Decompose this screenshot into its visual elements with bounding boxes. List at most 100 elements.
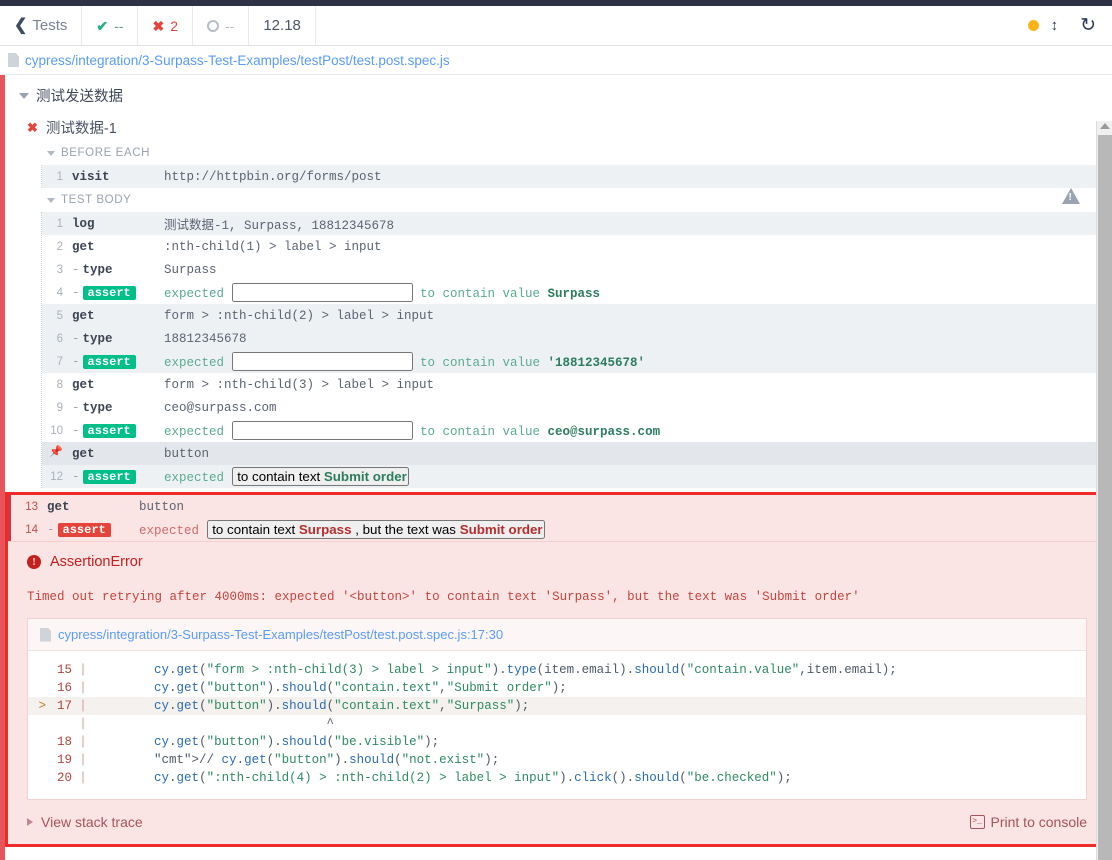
command-number: 2: [56, 240, 63, 253]
back-to-tests-button[interactable]: ❮ Tests: [0, 6, 83, 45]
scrollbar-thumb[interactable]: [1098, 135, 1112, 860]
code-frame-marker: >: [38, 699, 46, 713]
code-frame-gutter: |: [79, 717, 87, 731]
reporter-header: ❮ Tests ✔ -- ✖ 2 -- 12.18 ↕ ↻: [0, 6, 1112, 46]
command-name: - assert: [47, 522, 139, 537]
code-frame-header: cypress/integration/3-Surpass-Test-Examp…: [28, 619, 1086, 651]
caret-right-icon: [27, 818, 33, 826]
hook-before-each[interactable]: BEFORE EACH: [5, 141, 1112, 165]
view-stack-trace-button[interactable]: View stack trace: [27, 814, 143, 830]
stat-failed: ✖ 2: [138, 6, 194, 45]
suite-header[interactable]: 测试发送数据: [5, 75, 1112, 114]
command-row[interactable]: 3 - type Surpass: [42, 258, 1112, 281]
command-row[interactable]: 8 get form > :nth-child(3) > label > input: [42, 373, 1112, 396]
command-message: expected to contain value Surpass: [164, 283, 600, 302]
command-number: 3: [56, 263, 63, 276]
command-name: log: [72, 216, 95, 231]
command-name: - type: [72, 400, 113, 415]
command-row[interactable]: 6 - type 18812345678: [42, 327, 1112, 350]
command-name: - assert: [72, 469, 164, 484]
command-row[interactable]: 1 visit http://httpbin.org/forms/post: [42, 165, 1112, 188]
command-name: visit: [72, 169, 110, 184]
code-frame-gutter: |: [79, 753, 87, 767]
code-frame-code: ^: [94, 717, 335, 731]
command-number: 14: [25, 523, 38, 536]
spec-path-bar: cypress/integration/3-Surpass-Test-Examp…: [0, 46, 1112, 75]
print-to-console-button[interactable]: >_ Print to console: [969, 814, 1087, 830]
command-message: expected to contain value '18812345678': [164, 352, 645, 371]
command-number: 12: [50, 470, 63, 483]
command-row[interactable]: 5 get form > :nth-child(2) > label > input: [42, 304, 1112, 327]
code-frame-gutter: |: [79, 771, 87, 785]
suite-title: 测试发送数据: [36, 89, 123, 105]
file-icon: [40, 627, 51, 642]
code-frame-body: 15 | cy.get("form > :nth-child(3) > label…: [28, 651, 1086, 799]
chevron-left-icon: ❮: [14, 16, 28, 34]
reporter-scrollbar[interactable]: [1096, 121, 1112, 860]
command-row[interactable]: 9 - type ceo@surpass.com: [42, 396, 1112, 419]
reporter-body: 测试发送数据 ✖ 测试数据-1 BEFORE EACH 1 visit http…: [0, 75, 1112, 860]
caret-down-icon: [47, 150, 55, 156]
file-icon: [8, 53, 19, 67]
code-frame-line: >17 | cy.get("button").should("contain.te…: [28, 697, 1086, 715]
timer: 12.18: [249, 6, 316, 45]
error-name: AssertionError: [50, 554, 143, 570]
failed-command-block: 13 get button 14 - assert expected to contain …: [5, 492, 1112, 847]
command-row[interactable]: 1 log 测试数据-1, Surpass, 18812345678: [42, 212, 1112, 235]
command-number: 1: [56, 170, 63, 183]
command-row[interactable]: 2 get:nth-child(1) > label > input: [42, 235, 1112, 258]
orange-dot-icon: [1027, 20, 1039, 31]
code-frame-code: cy.get("form > :nth-child(3) > label > i…: [154, 663, 897, 677]
command-message: Surpass: [164, 262, 217, 277]
command-message: expected to contain text Surpass , but t…: [139, 520, 545, 539]
warning-triangle-icon[interactable]: [1062, 188, 1080, 204]
code-frame-line: 16 | cy.get("button").should("contain.tex…: [28, 679, 1086, 697]
command-message: button: [139, 499, 185, 514]
pending-count: --: [225, 17, 235, 34]
command-row[interactable]: 4 - assert expected to contain value Surpas…: [42, 281, 1112, 304]
command-name: get: [72, 377, 95, 392]
circle-icon: [207, 19, 220, 32]
before-each-command-list: 1 visit http://httpbin.org/forms/post: [41, 165, 1112, 188]
code-frame-line-number: 17: [56, 699, 72, 713]
command-name: get: [72, 239, 95, 254]
command-message: 18812345678: [164, 331, 247, 346]
command-number: 13: [25, 500, 38, 513]
code-frame-file-link[interactable]: cypress/integration/3-Surpass-Test-Examp…: [58, 627, 503, 642]
code-frame: cypress/integration/3-Surpass-Test-Examp…: [27, 618, 1087, 800]
code-frame-code: "cmt">// cy.get("button").should("not.ex…: [154, 753, 500, 767]
test-header[interactable]: ✖ 测试数据-1: [5, 114, 1112, 141]
spec-path-link[interactable]: cypress/integration/3-Surpass-Test-Examp…: [25, 53, 450, 68]
command-name: - assert: [72, 285, 164, 300]
failed-command-list: 13 get button 14 - assert expected to contain …: [8, 495, 1109, 541]
command-row[interactable]: 12 - assert expected to contain text Submit…: [42, 465, 1112, 488]
command-row[interactable]: 7 - assert expected to contain value '18812…: [42, 350, 1112, 373]
caret-down-icon: [19, 92, 29, 99]
reload-icon[interactable]: ↻: [1080, 16, 1096, 35]
check-icon: ✔: [96, 17, 109, 34]
code-frame-line: 19 | "cmt">// cy.get("button").should("no…: [28, 751, 1086, 769]
triangle-up-icon[interactable]: [1100, 123, 1110, 129]
command-row[interactable]: 📌 get button: [42, 442, 1112, 465]
code-frame-line: 20 | cy.get(":nth-child(4) > :nth-child(2…: [28, 769, 1086, 787]
command-message: form > :nth-child(2) > label > input: [164, 308, 435, 323]
code-frame-gutter: |: [79, 699, 87, 713]
command-number: 8: [56, 378, 63, 391]
stat-pending: --: [193, 6, 250, 45]
command-number: 6: [56, 332, 63, 345]
command-number: 5: [56, 309, 63, 322]
command-name: - type: [72, 262, 113, 277]
error-footer: View stack trace >_ Print to console: [8, 800, 1109, 844]
command-message: http://httpbin.org/forms/post: [164, 169, 382, 184]
command-number: 4: [56, 286, 63, 299]
command-row[interactable]: 14 - assert expected to contain text Surpas…: [17, 518, 1109, 541]
x-icon: ✖: [152, 17, 165, 34]
hook-test-body[interactable]: TEST BODY: [5, 188, 1112, 212]
code-frame-line-number: 15: [56, 663, 72, 677]
code-frame-gutter: |: [79, 681, 87, 695]
command-row[interactable]: 10 - assert expected to contain value ceo@s…: [42, 419, 1112, 442]
code-frame-line-number: 20: [56, 771, 72, 785]
view-stack-trace-label: View stack trace: [41, 814, 143, 830]
command-row[interactable]: 13 get button: [17, 495, 1109, 518]
resize-vertical-icon[interactable]: ↕: [1051, 18, 1059, 33]
